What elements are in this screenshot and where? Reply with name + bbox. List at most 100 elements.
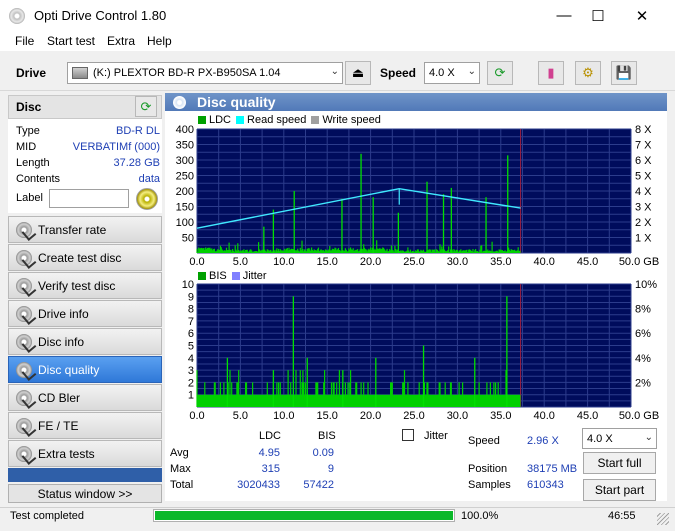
- menu-start-test[interactable]: Start test: [47, 34, 95, 48]
- y2-tick-label: 10%: [635, 279, 657, 291]
- y2-tick-label: 6 X: [635, 155, 652, 167]
- disc-type-row: Type BD-R DL: [16, 125, 160, 137]
- disc-label-input[interactable]: [49, 189, 129, 208]
- save-button[interactable]: 💾: [611, 61, 637, 85]
- test-speed-select[interactable]: 4.0 X ⌄: [582, 428, 657, 449]
- stats-avg-label: Avg: [170, 447, 189, 459]
- bis-chart: 0.0 5.0 10.0 15.0 20.0 25.0 30.0 35.0 40.0 45.0 50…: [182, 279, 659, 422]
- x-tick-label: 50.0 GB: [619, 410, 659, 422]
- stats-max-ldc: 315: [261, 463, 280, 475]
- nav-disc-quality-label: Disc quality: [38, 362, 100, 377]
- x-tick-label: 40.0: [533, 410, 554, 422]
- drive-select-value: (K:) PLEXTOR BD-R PX-B950SA 1.04: [93, 67, 281, 79]
- gears-icon: ⚙: [582, 65, 594, 80]
- refresh-speed-button[interactable]: ⟳: [487, 61, 513, 85]
- disc-refresh-button[interactable]: ⟳: [135, 96, 157, 117]
- stats-bis-header: BIS: [318, 430, 336, 442]
- close-icon[interactable]: ✕: [620, 0, 664, 31]
- nav-extra-tests-label: Extra tests: [38, 446, 95, 461]
- y-tick-label: 10: [182, 279, 194, 291]
- x-tick-label: 50.0 GB: [619, 256, 659, 268]
- jitter-checkbox[interactable]: [402, 429, 414, 441]
- nav-drive-info-label: Drive info: [38, 306, 89, 321]
- x-tick-label: 40.0: [533, 256, 554, 268]
- y2-tick-label: 4 X: [635, 186, 652, 198]
- disc-check-icon: [16, 445, 32, 462]
- refresh-icon: ⟳: [494, 65, 506, 80]
- speed-result-value: 2.96 X: [527, 435, 559, 447]
- disc-label-icon[interactable]: [136, 188, 158, 210]
- disc-check-icon: [16, 249, 32, 266]
- y2-tick-label: 4%: [635, 353, 651, 365]
- maximize-icon[interactable]: ☐: [576, 0, 620, 31]
- disc-length-label: Length: [16, 157, 50, 169]
- stats-max-bis: 9: [327, 463, 334, 475]
- x-tick-label: 45.0: [577, 256, 598, 268]
- menu-extra[interactable]: Extra: [107, 34, 135, 48]
- y-tick-label: 6: [188, 328, 194, 340]
- y-tick-label: 400: [176, 124, 194, 136]
- settings-button[interactable]: ⚙: [575, 61, 601, 85]
- nav-verify-test-disc[interactable]: Verify test disc: [8, 272, 162, 299]
- speed-label: Speed: [380, 66, 417, 80]
- y-tick-label: 150: [176, 202, 194, 214]
- y-tick-label: 1: [188, 390, 194, 402]
- nav-cd-bler[interactable]: CD Bler: [8, 384, 162, 411]
- x-tick-label: 0.0: [189, 410, 204, 422]
- disc-quality-header: Disc quality: [165, 93, 667, 111]
- menu-bar: [0, 31, 675, 51]
- nav-transfer-rate[interactable]: Transfer rate: [8, 216, 162, 243]
- y2-tick-label: 6%: [635, 328, 651, 340]
- x-tick-label: 35.0: [490, 410, 511, 422]
- disc-label-label: Label: [16, 192, 43, 204]
- x-tick-label: 0.0: [189, 256, 204, 268]
- progress-text: 100.0%: [461, 510, 499, 522]
- speed-select[interactable]: 4.0 X ⌄: [424, 62, 480, 84]
- x-tick-label: 15.0: [316, 256, 337, 268]
- status-window-button[interactable]: Status window >>: [8, 484, 162, 503]
- nav-drive-info[interactable]: Drive info: [8, 300, 162, 327]
- y2-tick-label: 5 X: [635, 171, 652, 183]
- x-tick-label: 10.0: [273, 410, 294, 422]
- y-tick-label: 4: [188, 353, 194, 365]
- disc-check-icon: [16, 221, 32, 238]
- disc-header: Disc ⟳: [8, 95, 162, 119]
- menu-file[interactable]: File: [15, 34, 34, 48]
- app-icon: [9, 8, 25, 24]
- nav-disc-info[interactable]: Disc info: [8, 328, 162, 355]
- stats-avg-bis: 0.09: [312, 447, 334, 459]
- eraser-icon: ▮: [547, 65, 555, 80]
- eject-button[interactable]: ⏏: [345, 61, 371, 85]
- resize-grip[interactable]: [657, 513, 669, 525]
- y-tick-label: 350: [176, 140, 194, 152]
- nav-create-test-disc[interactable]: Create test disc: [8, 244, 162, 271]
- nav-disc-quality[interactable]: Disc quality: [8, 356, 162, 383]
- disc-info-panel: Type BD-R DL MID VERBATIMf (000) Length …: [8, 119, 162, 213]
- disc-mid-value: VERBATIMf (000): [72, 141, 160, 153]
- y2-tick-label: 3 X: [635, 202, 652, 214]
- stats-total-bis: 57422: [303, 479, 334, 491]
- disc-check-icon: [16, 389, 32, 406]
- nav-extra-tests[interactable]: Extra tests: [8, 440, 162, 467]
- stats-max-label: Max: [170, 463, 191, 475]
- start-part-button[interactable]: Start part: [583, 479, 656, 501]
- disc-quality-icon: [173, 95, 186, 109]
- save-icon: 💾: [615, 65, 633, 80]
- drive-label: Drive: [16, 66, 47, 80]
- chevron-down-icon: ⌄: [330, 66, 339, 77]
- nav-fe-te[interactable]: FE / TE: [8, 412, 162, 439]
- speed-select-value: 4.0 X: [429, 67, 455, 79]
- erase-button[interactable]: ▮: [538, 61, 564, 85]
- menu-help[interactable]: Help: [147, 34, 172, 48]
- disc-length-value: 37.28 GB: [113, 157, 160, 169]
- y-tick-label: 100: [176, 217, 194, 229]
- drive-select[interactable]: (K:) PLEXTOR BD-R PX-B950SA 1.04 ⌄: [67, 62, 343, 84]
- stats-total-label: Total: [170, 479, 194, 491]
- stats-ldc-header: LDC: [259, 430, 282, 442]
- y-tick-label: 5: [188, 341, 194, 353]
- start-full-button[interactable]: Start full: [583, 452, 656, 474]
- chevron-down-icon: ⌄: [644, 432, 653, 443]
- nav-fe-te-label: FE / TE: [38, 418, 79, 433]
- disc-quality-charts: 0.0 5.0 10.0 15.0 20.0 25.0 30.0 35.0 40.0 45.0 50…: [176, 124, 660, 422]
- disc-check-icon: [16, 305, 32, 322]
